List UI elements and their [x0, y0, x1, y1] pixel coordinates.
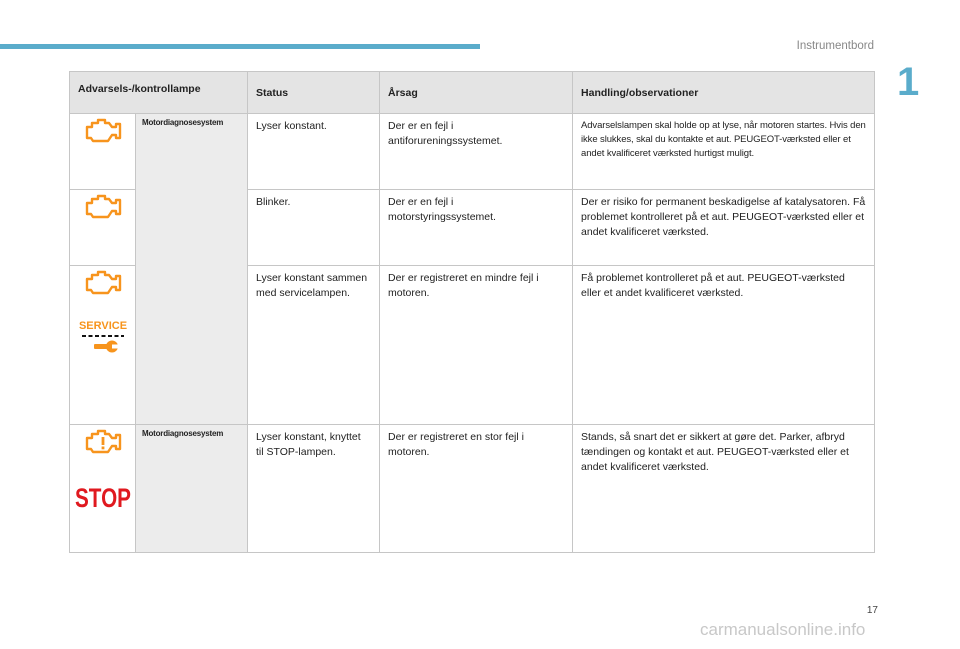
stop-label: STOP — [75, 483, 131, 511]
table-row: Motordiagnosesystem Lyser konstant. Der … — [69, 113, 876, 425]
table-row: STOP Motordiagnosesystem Lyser konstant,… — [69, 424, 876, 553]
action-cell: Få problemet kontrolleret på et aut. PEU… — [572, 265, 876, 425]
engine-icon — [85, 270, 121, 295]
header-accent-bar — [0, 44, 480, 49]
page-number: 17 — [866, 605, 878, 616]
watermark: carmanualsonline.info — [700, 620, 866, 639]
column-header-action: Handling/observationer — [572, 71, 876, 114]
warning-lamps-table: Advarsels-/kontrollampe Status Årsag Han… — [68, 71, 876, 553]
action-cell: Advarselslampen skal holde op at lyse, n… — [572, 113, 876, 190]
status-cell: Lyser konstant sammen med servicelampen. — [247, 265, 381, 425]
engine-icon — [85, 194, 121, 219]
lamp-icon-cell: SERVICE — [69, 265, 136, 425]
table-header-row: Advarsels-/kontrollampe Status Årsag Han… — [68, 71, 876, 114]
chapter-number: 1 — [897, 60, 920, 104]
lamp-name-cell: Motordiagnosesystem — [134, 113, 249, 425]
status-cell: Lyser konstant. — [247, 113, 381, 190]
service-wrench-icon: SERVICE — [78, 320, 127, 353]
status-cell: Blinker. — [247, 189, 381, 266]
column-header-status: Status — [247, 71, 381, 114]
action-cell: Der er risiko for permanent beskadigelse… — [572, 189, 876, 266]
lamp-icon-cell: STOP — [69, 424, 136, 553]
status-cell: Lyser konstant, knyttet til STOP-lampen. — [247, 424, 381, 553]
service-label: SERVICE — [78, 320, 126, 332]
cause-cell: Der er en fejl i motorstyringssystemet. — [379, 189, 574, 266]
action-cell: Stands, så snart det er sikkert at gøre … — [572, 424, 876, 553]
cause-cell: Der er registreret en mindre fejl i moto… — [379, 265, 574, 425]
column-header-lamp: Advarsels-/kontrollampe — [68, 71, 249, 114]
lamp-name-cell: Motordiagnosesystem — [134, 424, 249, 553]
cause-cell: Der er registreret en stor fejl i motore… — [379, 424, 574, 553]
column-header-cause: Årsag — [379, 71, 574, 114]
engine-icon — [85, 118, 121, 143]
stop-icon: STOP — [75, 483, 131, 511]
engine-exclamation-icon — [85, 429, 121, 454]
lamp-icon-cell — [69, 113, 136, 190]
section-title: Instrumentbord — [796, 40, 874, 52]
cause-cell: Der er en fejl i antiforureningssystemet… — [379, 113, 574, 190]
lamp-icon-cell — [69, 189, 136, 266]
